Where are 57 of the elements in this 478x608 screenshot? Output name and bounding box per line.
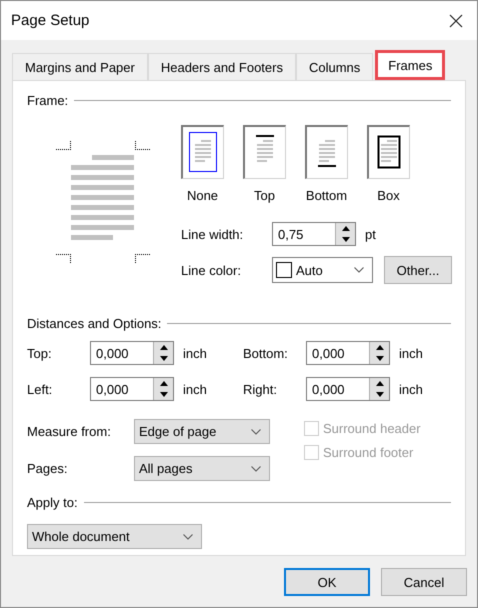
unit-label: inch <box>399 346 423 360</box>
down-arrow-icon[interactable] <box>342 237 350 242</box>
pages-label: Pages: <box>27 461 68 476</box>
checkbox-label: Surround header <box>323 421 421 436</box>
distance-label: Left: <box>27 382 54 396</box>
distance-label: Top: <box>27 346 53 360</box>
preset-label: Top <box>254 188 275 203</box>
unit-label: inch <box>183 382 207 396</box>
down-arrow-icon[interactable] <box>160 392 168 397</box>
page-border-icon <box>189 132 217 174</box>
chevron-down-icon <box>183 534 193 540</box>
down-arrow-icon[interactable] <box>160 356 168 361</box>
tab[interactable]: Headers and Footers <box>148 53 296 80</box>
frame-preset-button[interactable] <box>181 125 224 179</box>
section-heading: Frame: <box>27 93 68 108</box>
dialog-button[interactable]: Cancel <box>381 568 467 596</box>
checkbox-label: Surround footer <box>323 445 414 460</box>
tab[interactable]: Frames <box>375 50 446 80</box>
up-arrow-icon[interactable] <box>160 345 168 350</box>
unit-label: pt <box>365 226 376 242</box>
down-arrow-icon[interactable] <box>376 392 384 397</box>
frame-preset-button[interactable] <box>367 125 410 179</box>
line-width-spinner[interactable]: 0,75 <box>272 222 356 246</box>
other-button[interactable]: Other... <box>384 256 452 284</box>
distance-spinner[interactable]: 0,000 <box>90 341 174 365</box>
distance-spinner[interactable]: 0,000 <box>306 377 390 401</box>
up-arrow-icon[interactable] <box>160 381 168 386</box>
unit-label: inch <box>399 382 423 396</box>
distance-label: Right: <box>243 382 278 396</box>
up-arrow-icon[interactable] <box>376 381 384 386</box>
preset-label: Bottom <box>306 188 348 203</box>
line-width-label: Line width: <box>181 226 244 242</box>
distance-spinner[interactable]: 0,000 <box>306 341 390 365</box>
tab[interactable]: Columns <box>296 53 374 80</box>
section-heading: Apply to: <box>27 495 78 510</box>
measure-from-dropdown[interactable]: Edge of page <box>134 419 270 444</box>
window-title: Page Setup <box>11 12 90 29</box>
distance-spinner[interactable]: 0,000 <box>90 377 174 401</box>
close-icon[interactable] <box>449 14 463 28</box>
chevron-down-icon <box>251 428 261 434</box>
up-arrow-icon[interactable] <box>342 226 350 231</box>
dialog-button[interactable]: OK <box>284 568 370 596</box>
measure-from-label: Measure from: <box>27 424 112 439</box>
apply-to-dropdown[interactable]: Whole document <box>27 524 202 549</box>
line-color-dropdown[interactable]: Auto <box>272 257 373 283</box>
distance-label: Bottom: <box>243 346 289 360</box>
preset-label: None <box>186 188 218 203</box>
up-arrow-icon[interactable] <box>376 345 384 350</box>
unit-label: inch <box>183 346 207 360</box>
section-heading: Distances and Options: <box>27 316 162 331</box>
tab[interactable]: Margins and Paper <box>12 53 148 80</box>
preset-label: Box <box>377 188 400 203</box>
chevron-down-icon <box>251 466 261 472</box>
down-arrow-icon[interactable] <box>376 356 384 361</box>
chevron-down-icon <box>354 267 364 273</box>
line-color-label: Line color: <box>181 262 242 278</box>
pages-dropdown[interactable]: All pages <box>134 456 270 481</box>
